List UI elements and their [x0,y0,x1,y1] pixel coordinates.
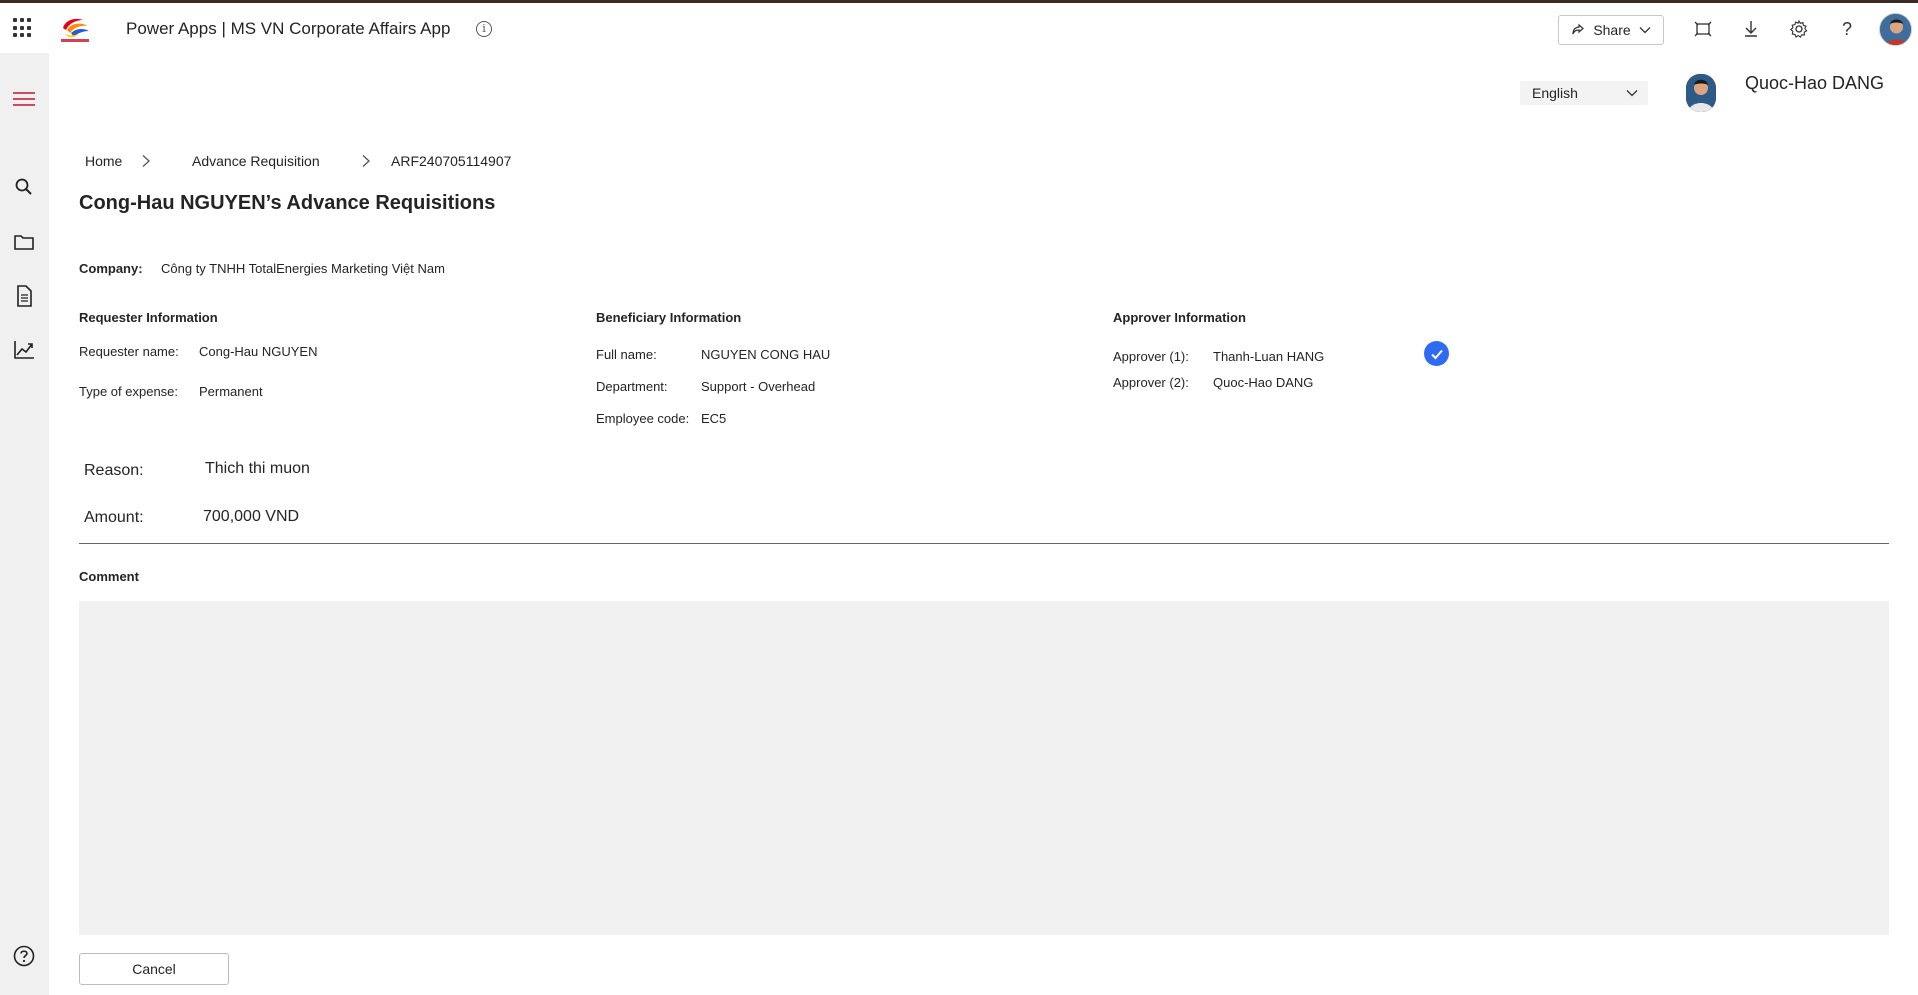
comment-textarea[interactable] [79,601,1889,935]
download-icon[interactable] [1741,19,1761,39]
beneficiary-department-value: Support - Overhead [701,379,816,394]
expense-type-label: Type of expense: [79,384,179,399]
reason-value: Thich thi muon [205,460,310,477]
fit-to-window-icon[interactable] [1693,19,1713,39]
language-dropdown[interactable]: English [1520,81,1648,105]
page-title: Cong-Hau NGUYEN’s Advance Requisitions [79,192,496,214]
company-label: Company: [79,261,143,276]
app-launcher-icon[interactable] [13,18,33,38]
chart-trend-icon[interactable] [8,334,40,366]
requester-name-label: Requester name: [79,344,179,359]
approver2-label: Approver (2): [1113,375,1189,390]
approved-check-icon [1424,341,1449,366]
cancel-button[interactable]: Cancel [79,953,229,985]
beneficiary-empcode-value: EC5 [701,411,727,426]
beneficiary-fullname-value: NGUYEN CONG HAU [701,347,831,362]
folder-icon[interactable] [8,226,40,258]
share-label: Share [1593,22,1631,38]
amount-label: Amount: [84,509,144,526]
hamburger-menu-icon[interactable] [8,83,40,115]
top-bar: Power Apps | MS VN Corporate Affairs App… [0,0,1918,53]
left-nav-rail [0,53,49,995]
company-value: Công ty TNHH TotalEnergies Marketing Việ… [161,261,445,276]
app-title: Power Apps | MS VN Corporate Affairs App [126,19,451,38]
document-icon[interactable] [8,280,40,312]
share-icon [1572,23,1585,35]
share-button[interactable]: Share [1558,15,1664,45]
chevron-right-icon [142,155,150,167]
totalenergies-logo [57,14,93,44]
breadcrumb-current: ARF240705114907 [391,153,512,169]
approver-section-title: Approver Information [1113,310,1246,325]
user-name: Quoc-Hao DANG [1745,73,1885,93]
help-question-icon[interactable]: ? [1837,19,1857,39]
user-avatar-top[interactable] [1879,13,1912,46]
user-avatar [1686,74,1716,112]
beneficiary-empcode-label: Employee code: [596,411,690,426]
beneficiary-section-title: Beneficiary Information [596,310,742,325]
approver2-value: Quoc-Hao DANG [1213,375,1314,390]
expense-type-value: Permanent [199,384,263,399]
beneficiary-department-label: Department: [596,379,668,394]
approver1-label: Approver (1): [1113,349,1189,364]
approver1-value: Thanh-Luan HANG [1213,349,1325,364]
breadcrumb-home[interactable]: Home [85,153,122,169]
requester-name-value: Cong-Hau NGUYEN [199,344,318,359]
breadcrumb-advance-requisition[interactable]: Advance Requisition [192,153,320,169]
info-icon[interactable]: i [476,21,492,37]
comment-label: Comment [79,569,139,584]
amount-value: 700,000 VND [203,508,300,525]
requester-section-title: Requester Information [79,310,218,325]
chevron-right-icon [362,155,370,167]
search-icon[interactable] [8,171,40,203]
help-circle-icon[interactable] [8,940,40,972]
settings-gear-icon[interactable] [1789,19,1809,39]
chevron-down-icon [1626,90,1638,97]
language-selected: English [1532,85,1578,101]
section-divider [79,543,1889,544]
reason-label: Reason: [84,462,144,479]
beneficiary-fullname-label: Full name: [596,347,657,362]
chevron-down-icon [1639,27,1651,34]
